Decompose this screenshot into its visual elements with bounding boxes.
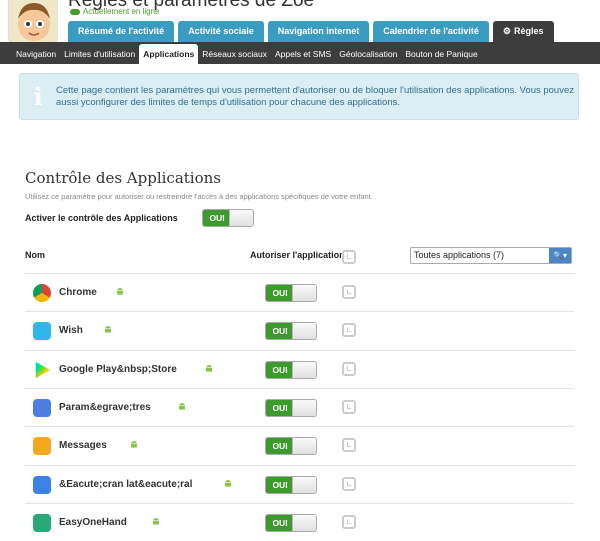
avatar: [8, 0, 58, 44]
android-icon: [117, 288, 123, 295]
app-name: Messages: [59, 440, 107, 451]
allow-app-toggle[interactable]: OUI: [265, 322, 317, 340]
messages-icon: [33, 437, 51, 455]
app-filter-select[interactable]: Toutes applications (7) 🔍▾: [410, 247, 572, 264]
android-icon: [105, 326, 111, 333]
clock-icon[interactable]: [342, 250, 356, 264]
gear-icon: ⚙: [502, 26, 511, 36]
app-name: Param&egrave;tres: [59, 402, 151, 413]
app-row: EasyOneHand OUI: [25, 503, 574, 541]
activate-control-label: Activer le contrôle des Applications: [25, 213, 178, 223]
allow-app-toggle[interactable]: OUI: [265, 399, 317, 417]
app-name: Wish: [59, 325, 83, 336]
app-name: Chrome: [59, 287, 97, 298]
tab-activity-summary[interactable]: Résumé de l'activité: [68, 21, 175, 42]
toggle-knob: [292, 323, 316, 339]
subtab-geolocation[interactable]: Géolocalisation: [335, 44, 401, 64]
android-icon: [153, 518, 159, 525]
android-icon: [225, 480, 231, 487]
info-banner: i Cette page contient les paramètres qui…: [19, 73, 579, 120]
app-row: Messages OUI: [25, 426, 574, 464]
section-description: Utilisez ce paramètre pour autoriser ou …: [25, 192, 373, 201]
column-header-name: Nom: [25, 250, 45, 260]
search-dropdown-icon[interactable]: 🔍▾: [549, 248, 571, 263]
time-limit-clock-icon[interactable]: [342, 477, 356, 491]
android-icon: [179, 403, 185, 410]
subtab-navigation[interactable]: Navigation: [12, 44, 60, 64]
allow-app-toggle[interactable]: OUI: [265, 437, 317, 455]
tab-web-browsing[interactable]: Navigation internet: [267, 21, 370, 42]
wish-icon: [33, 322, 51, 340]
subtab-applications[interactable]: Applications: [139, 44, 199, 64]
column-header-allow: Autoriser l'application: [250, 250, 345, 260]
subtab-calls-sms[interactable]: Appels et SMS: [271, 44, 335, 64]
online-status-label: Actuellement en ligne: [83, 7, 160, 16]
app-row: &Eacute;cran lat&eacute;ral OUI: [25, 465, 574, 503]
time-limit-clock-icon[interactable]: [342, 515, 356, 529]
app-filter-value: Toutes applications (7): [414, 250, 505, 260]
sub-navigation: Navigation Limites d'utilisation Applica…: [0, 42, 600, 64]
toggle-on-label: OUI: [266, 285, 294, 301]
side-screen-icon: [33, 476, 51, 494]
allow-app-toggle[interactable]: OUI: [265, 514, 317, 532]
toggle-on-label: OUI: [266, 438, 294, 454]
toggle-knob: [292, 285, 316, 301]
tab-activity-calendar[interactable]: Calendrier de l'activité: [373, 21, 489, 42]
app-row: Wish OUI: [25, 311, 574, 349]
time-limit-clock-icon[interactable]: [342, 438, 356, 452]
toggle-on-label: OUI: [266, 400, 294, 416]
info-icon: i: [33, 82, 43, 111]
allow-app-toggle[interactable]: OUI: [265, 284, 317, 302]
main-tabs: Résumé de l'activité Activité sociale Na…: [68, 21, 554, 42]
time-limit-clock-icon[interactable]: [342, 362, 356, 376]
time-limit-clock-icon[interactable]: [342, 285, 356, 299]
toggle-knob: [292, 515, 316, 531]
tab-rules[interactable]: ⚙ Règles: [492, 21, 554, 42]
allow-app-toggle[interactable]: OUI: [265, 476, 317, 494]
toggle-knob: [229, 210, 253, 226]
toggle-on-label: OUI: [203, 210, 231, 226]
app-row: Param&egrave;tres OUI: [25, 388, 574, 426]
time-limit-clock-icon[interactable]: [342, 400, 356, 414]
toggle-knob: [292, 438, 316, 454]
toggle-on-label: OUI: [266, 477, 294, 493]
subtab-panic-button[interactable]: Bouton de Panique: [401, 44, 481, 64]
tab-social-activity[interactable]: Activité sociale: [178, 21, 264, 42]
app-name: Google Play&nbsp;Store: [59, 364, 177, 375]
app-row: Chrome OUI: [25, 273, 574, 311]
toggle-on-label: OUI: [266, 515, 294, 531]
online-status: Actuellement en ligne: [70, 7, 160, 16]
settings-icon: [33, 399, 51, 417]
app-name: &Eacute;cran lat&eacute;ral: [59, 479, 193, 490]
app-name: EasyOneHand: [59, 517, 127, 528]
toggle-knob: [292, 477, 316, 493]
google-play-icon: [35, 361, 51, 379]
allow-app-toggle[interactable]: OUI: [265, 361, 317, 379]
toggle-on-label: OUI: [266, 362, 294, 378]
tab-rules-label: Règles: [514, 26, 544, 36]
toggle-knob: [292, 362, 316, 378]
toggle-knob: [292, 400, 316, 416]
section-title: Contrôle des Applications: [25, 169, 221, 187]
android-icon: [206, 365, 212, 372]
subtab-usage-limits[interactable]: Limites d'utilisation: [60, 44, 139, 64]
subtab-social-networks[interactable]: Réseaux sociaux: [198, 44, 271, 64]
cloud-icon: [70, 8, 80, 15]
top-header: Règles et paramètres de Zoe Actuellement…: [0, 0, 600, 44]
time-limit-clock-icon[interactable]: [342, 323, 356, 337]
info-text: Cette page contient les paramètres qui v…: [56, 85, 574, 108]
toggle-on-label: OUI: [266, 323, 294, 339]
activate-control-toggle[interactable]: OUI: [202, 209, 254, 227]
easyonehand-icon: [33, 514, 51, 532]
app-row: Google Play&nbsp;Store OUI: [25, 350, 574, 388]
android-icon: [131, 441, 137, 448]
chrome-icon: [33, 284, 51, 302]
